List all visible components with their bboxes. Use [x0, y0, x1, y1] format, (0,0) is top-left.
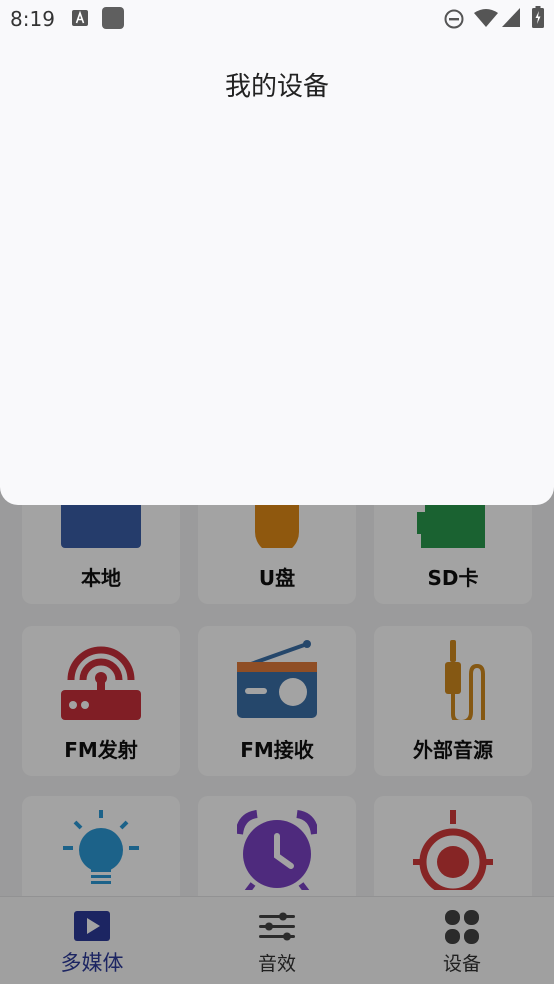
keyboard-a-icon — [72, 10, 88, 26]
signal-icon — [502, 8, 520, 27]
status-bar: 8:19 — [0, 0, 554, 38]
sheet-title: 我的设备 — [224, 72, 329, 102]
do-not-disturb-icon — [444, 9, 464, 29]
status-time: 8:19 — [10, 7, 55, 31]
my-devices-sheet: 8:19 我的设备 — [0, 0, 554, 505]
app-square-icon — [102, 7, 124, 29]
wifi-icon — [474, 9, 498, 27]
battery-charging-icon — [532, 6, 544, 28]
